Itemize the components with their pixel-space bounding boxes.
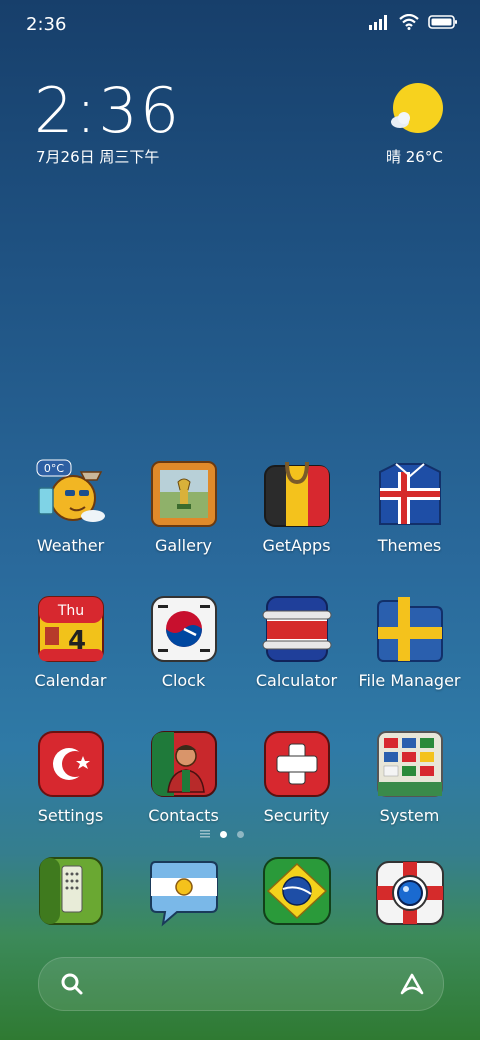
themes-icon: [378, 463, 441, 525]
app-clock[interactable]: Clock: [127, 593, 240, 690]
camera-icon[interactable]: [373, 854, 447, 928]
app-file-manager[interactable]: File Manager: [353, 593, 466, 690]
phone-icon[interactable]: [34, 854, 108, 928]
app-calculator[interactable]: Calculator: [240, 593, 353, 690]
battery-icon: [428, 15, 457, 29]
status-time: 2:36: [26, 14, 67, 35]
clock-widget-time[interactable]: 2:36: [34, 74, 181, 147]
clock-widget-date: 7月26日 周三下午: [36, 148, 160, 166]
app-label: Clock: [161, 671, 206, 690]
app-label: Calendar: [34, 671, 107, 690]
file-manager-icon: [376, 597, 443, 662]
search-bar[interactable]: [38, 957, 444, 1011]
status-bar: 2:36: [0, 0, 480, 50]
app-security[interactable]: Security: [240, 728, 353, 825]
settings-icon: [37, 731, 104, 797]
calendar-icon: Thu 4: [37, 596, 104, 662]
app-label: File Manager: [358, 671, 461, 690]
app-label: Gallery: [155, 536, 212, 555]
app-label: Contacts: [148, 806, 219, 825]
app-contacts[interactable]: Contacts: [127, 728, 240, 825]
dock: [14, 854, 466, 928]
app-label: Weather: [36, 536, 105, 555]
messages-icon[interactable]: [147, 854, 221, 928]
app-settings[interactable]: Settings: [14, 728, 127, 825]
app-getapps[interactable]: GetApps: [240, 458, 353, 555]
app-label: Calculator: [255, 671, 338, 690]
page-indicator[interactable]: [200, 830, 244, 838]
system-icon: [376, 731, 443, 797]
browser-icon[interactable]: [260, 854, 334, 928]
app-label: System: [379, 806, 440, 825]
app-gallery[interactable]: Gallery: [127, 458, 240, 555]
app-grid: 0°C Weather Gallery GetApps Themes Thu 4…: [14, 458, 466, 825]
status-icons: [368, 14, 458, 30]
app-label: Themes: [377, 536, 442, 555]
calendar-day-name: Thu: [56, 603, 83, 619]
weather-widget-text: 晴 26°C: [386, 148, 443, 166]
weather-icon: 0°C: [36, 459, 105, 522]
app-weather[interactable]: 0°C Weather: [14, 458, 127, 555]
app-calendar[interactable]: Thu 4 Calendar: [14, 593, 127, 690]
page-dot-active[interactable]: [220, 830, 227, 838]
signal-icon: [369, 15, 387, 30]
security-icon: [263, 731, 330, 797]
contacts-icon: [150, 731, 217, 797]
gallery-icon: [150, 461, 217, 527]
sun-cloud-icon[interactable]: [388, 82, 444, 138]
app-vault-icon[interactable]: [399, 971, 425, 997]
search-icon: [61, 973, 83, 995]
page-dot[interactable]: [237, 830, 244, 838]
app-label: Security: [263, 806, 330, 825]
wifi-icon: [399, 14, 419, 30]
calculator-icon: [262, 596, 331, 662]
calendar-day-number: 4: [67, 626, 85, 656]
getapps-icon: [263, 461, 330, 527]
app-system[interactable]: System: [353, 728, 466, 825]
app-label: Settings: [37, 806, 104, 825]
weather-badge: 0°C: [43, 462, 63, 475]
clock-icon: [150, 596, 217, 662]
app-label: GetApps: [262, 536, 331, 555]
app-themes[interactable]: Themes: [353, 458, 466, 555]
menu-lines-icon: [200, 830, 210, 838]
